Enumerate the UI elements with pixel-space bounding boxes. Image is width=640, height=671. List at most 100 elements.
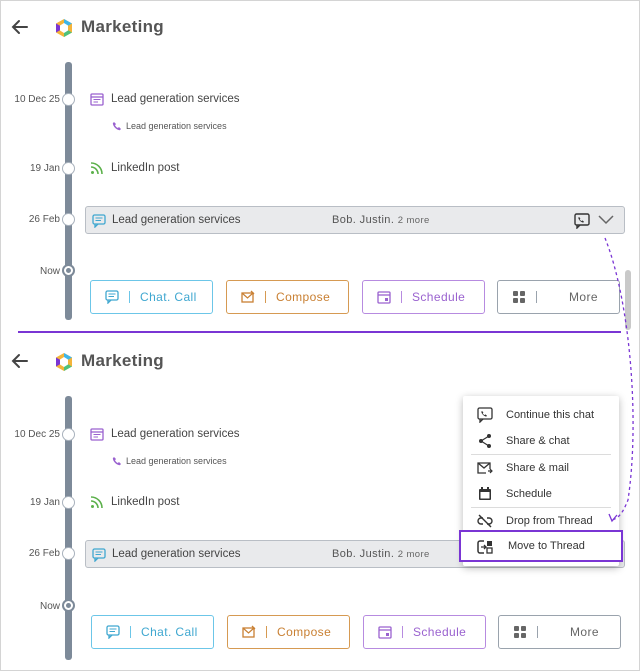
button-label: Schedule bbox=[413, 625, 467, 639]
grid-icon bbox=[514, 626, 526, 638]
timeline-date: Now bbox=[39, 601, 60, 612]
rss-icon bbox=[90, 496, 103, 509]
back-arrow-icon[interactable] bbox=[8, 350, 30, 372]
timeline-item-label: Lead generation services bbox=[111, 93, 240, 105]
header: Marketing bbox=[0, 334, 640, 390]
menu-item-share-mail[interactable]: Share & mail bbox=[463, 455, 619, 481]
logo-icon bbox=[56, 353, 72, 371]
timeline-item[interactable]: LinkedIn post bbox=[90, 495, 179, 509]
participants-more: 2 more bbox=[397, 215, 430, 226]
button-label: More bbox=[569, 290, 598, 304]
timeline-item[interactable]: LinkedIn post bbox=[90, 161, 179, 175]
header: Marketing bbox=[0, 0, 640, 56]
menu-item-label: Drop from Thread bbox=[506, 515, 593, 527]
message-icon bbox=[92, 548, 106, 562]
thread-row[interactable]: Lead generation services Bob. Justin. 2 … bbox=[85, 206, 625, 234]
timeline-dot bbox=[62, 496, 75, 509]
schedule-button[interactable]: Schedule bbox=[362, 280, 485, 314]
timeline-dot bbox=[62, 93, 75, 106]
menu-item-label: Schedule bbox=[506, 488, 552, 500]
calendar-icon bbox=[378, 626, 392, 639]
schedule-button[interactable]: Schedule bbox=[363, 615, 486, 649]
timeline-now-dot bbox=[62, 599, 75, 612]
menu-item-continue-chat[interactable]: Continue this chat bbox=[463, 402, 619, 428]
thread-participants: Bob. Justin. 2 more bbox=[332, 214, 430, 226]
timeline-panel-top: Marketing 10 Dec 25 Lead generation serv… bbox=[0, 0, 640, 330]
timeline-date: Now bbox=[39, 266, 60, 277]
button-label: More bbox=[570, 625, 599, 639]
thread-context-menu: Continue this chat Share & chat Share & … bbox=[459, 396, 623, 566]
chat-call-button[interactable]: Chat. Call bbox=[91, 615, 214, 649]
timeline-subitem-label: Lead generation services bbox=[126, 456, 227, 466]
timeline-item-label: LinkedIn post bbox=[111, 496, 180, 508]
calendar-icon bbox=[479, 487, 491, 500]
menu-item-share-chat[interactable]: Share & chat bbox=[463, 428, 619, 454]
button-label: Chat. Call bbox=[141, 625, 198, 639]
menu-item-move-thread[interactable]: Move to Thread bbox=[459, 530, 623, 562]
logo-icon bbox=[56, 19, 72, 37]
participants-more: 2 more bbox=[397, 549, 430, 560]
move-thread-icon bbox=[477, 540, 493, 554]
message-icon bbox=[92, 214, 106, 228]
button-separator bbox=[266, 626, 267, 638]
more-button[interactable]: More bbox=[497, 280, 620, 314]
menu-item-label: Share & mail bbox=[506, 462, 569, 474]
timeline-dot bbox=[62, 428, 75, 441]
timeline-item-label: Lead generation services bbox=[111, 428, 240, 440]
button-separator bbox=[537, 626, 538, 638]
timeline-dot bbox=[62, 547, 75, 560]
button-label: Compose bbox=[276, 290, 331, 304]
chat-call-button[interactable]: Chat. Call bbox=[90, 280, 213, 314]
menu-item-label: Move to Thread bbox=[508, 540, 585, 552]
timeline-date: 26 Feb bbox=[28, 214, 60, 225]
timeline-item-label: LinkedIn post bbox=[111, 162, 180, 174]
phone-icon bbox=[112, 122, 121, 131]
timeline-dot bbox=[62, 162, 75, 175]
phone-icon bbox=[112, 457, 121, 466]
timeline-date: 19 Jan bbox=[29, 497, 60, 508]
calendar-list-icon bbox=[90, 93, 104, 106]
timeline-item[interactable]: Lead generation services bbox=[90, 92, 240, 106]
button-separator bbox=[401, 291, 402, 303]
timeline-subitem[interactable]: Lead generation services bbox=[112, 456, 227, 466]
button-separator bbox=[265, 291, 266, 303]
page-title: Marketing bbox=[81, 351, 164, 370]
page-title: Marketing bbox=[81, 17, 164, 36]
timeline-subitem-label: Lead generation services bbox=[126, 121, 227, 131]
timeline-item[interactable]: Lead generation services bbox=[90, 427, 240, 441]
share-icon bbox=[479, 434, 491, 448]
chat-bubble-icon bbox=[477, 407, 493, 423]
menu-item-label: Continue this chat bbox=[506, 409, 595, 421]
unlink-icon bbox=[477, 514, 493, 528]
chevron-down-icon[interactable] bbox=[597, 213, 615, 227]
participants-names: Bob. Justin. bbox=[332, 548, 395, 560]
menu-item-schedule[interactable]: Schedule bbox=[463, 481, 619, 507]
compose-button[interactable]: Compose bbox=[226, 280, 349, 314]
menu-item-label: Share & chat bbox=[506, 435, 570, 447]
thread-label: Lead generation services bbox=[112, 548, 241, 560]
chat-call-icon[interactable] bbox=[574, 213, 590, 229]
thread-participants: Bob. Justin. 2 more bbox=[332, 548, 430, 560]
more-button[interactable]: More bbox=[498, 615, 621, 649]
timeline-now-dot bbox=[62, 264, 75, 277]
button-label: Chat. Call bbox=[140, 290, 197, 304]
button-separator bbox=[130, 626, 131, 638]
compose-button[interactable]: Compose bbox=[227, 615, 350, 649]
timeline-date: 26 Feb bbox=[28, 548, 60, 559]
message-icon bbox=[106, 625, 120, 639]
scrollbar[interactable] bbox=[625, 270, 631, 330]
calendar-icon bbox=[377, 291, 391, 304]
button-label: Schedule bbox=[412, 290, 466, 304]
rss-icon bbox=[90, 162, 103, 175]
section-divider bbox=[18, 331, 621, 333]
timeline-date: 10 Dec 25 bbox=[14, 429, 60, 440]
timeline-dot bbox=[62, 213, 75, 226]
button-separator bbox=[129, 291, 130, 303]
grid-icon bbox=[513, 291, 525, 303]
timeline-date: 10 Dec 25 bbox=[14, 94, 60, 105]
back-arrow-icon[interactable] bbox=[8, 16, 30, 38]
button-separator bbox=[536, 291, 537, 303]
timeline-date: 19 Jan bbox=[29, 163, 60, 174]
compose-mail-icon bbox=[242, 625, 256, 638]
timeline-subitem[interactable]: Lead generation services bbox=[112, 121, 227, 131]
